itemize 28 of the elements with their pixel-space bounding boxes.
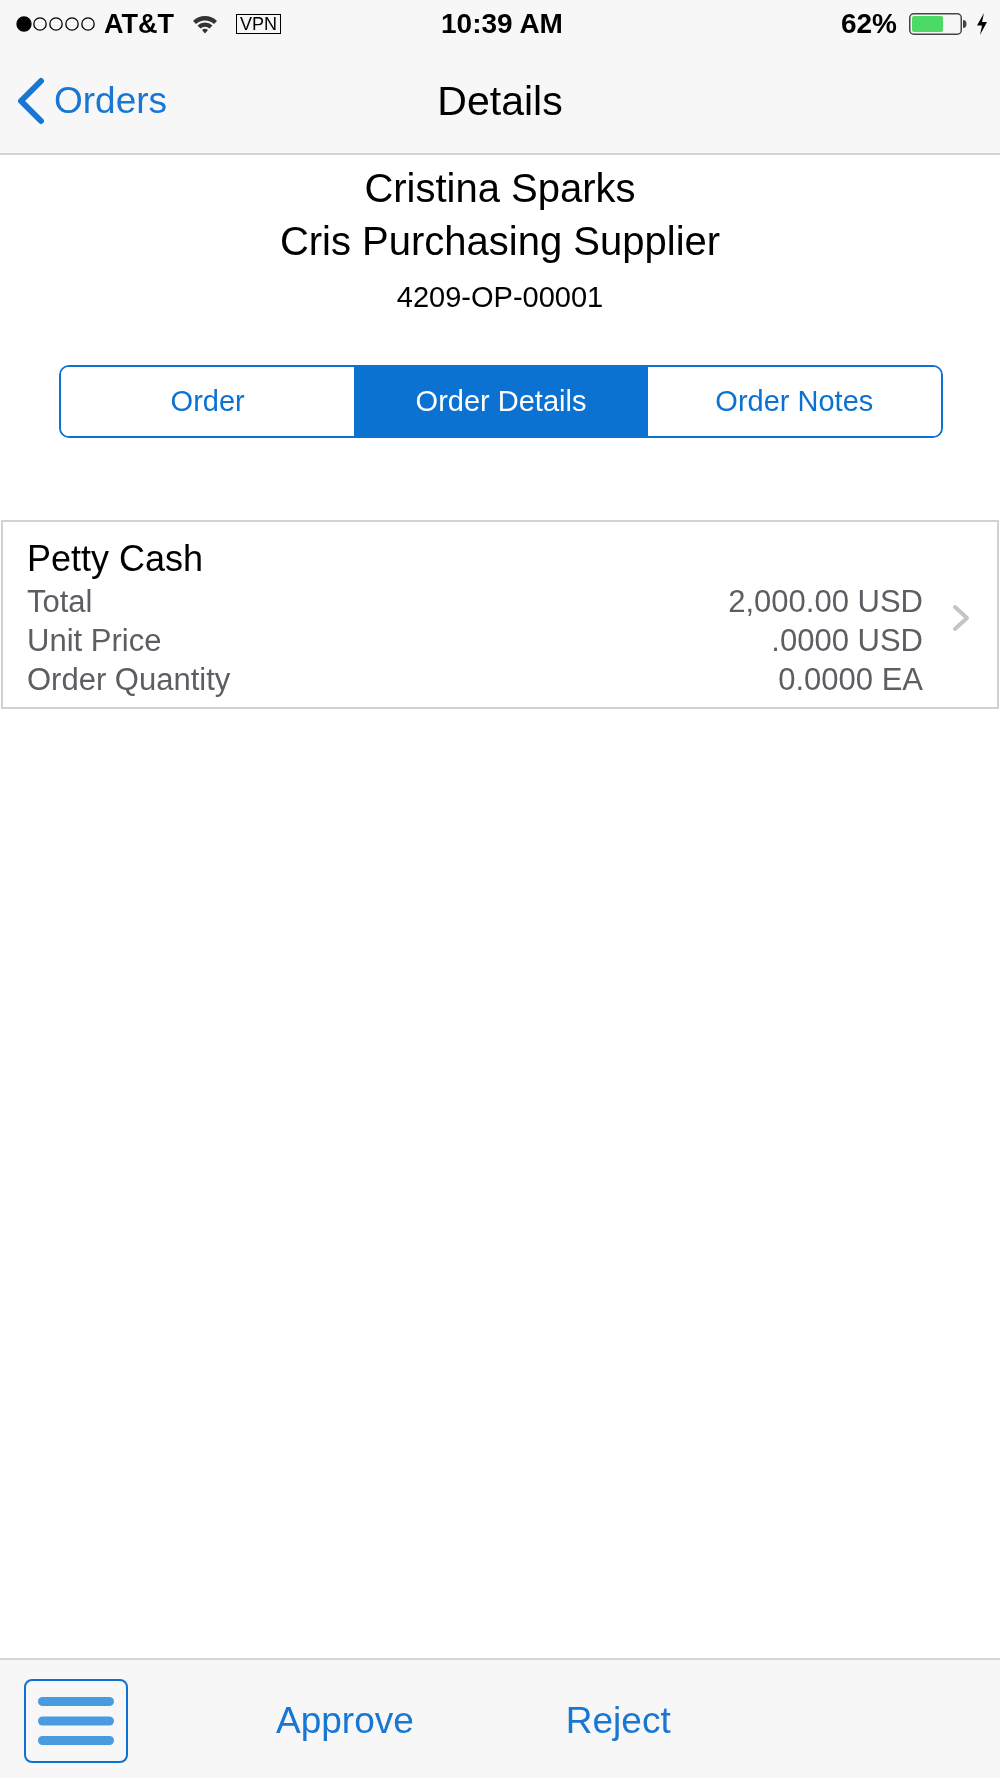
supplier-name: Cris Purchasing Supplier: [279, 218, 721, 265]
signal-strength-icon: [16, 16, 96, 32]
approve-button[interactable]: Approve: [260, 1694, 430, 1748]
menu-button[interactable]: [24, 1679, 128, 1763]
menu-icon: [38, 1697, 114, 1745]
order-number: 4209-OP-00001: [396, 280, 604, 315]
charging-bolt-icon: [976, 13, 988, 35]
back-button[interactable]: Orders: [0, 76, 168, 125]
time-label: 10:39 AM: [441, 8, 563, 40]
battery-percent: 62%: [840, 8, 897, 40]
item-title: Petty Cash: [27, 537, 204, 581]
vpn-badge: VPN: [236, 14, 281, 34]
wifi-icon: [192, 14, 218, 34]
carrier-label: AT&T: [104, 8, 174, 40]
line-item-card[interactable]: Petty Cash Total 2,000.00 USD Unit Price .0000 USD Order Quantity 0.0000 EA: [1, 520, 999, 709]
field-value: 0.0000 EA: [778, 661, 923, 699]
field-value: .0000 USD: [771, 622, 923, 660]
field-label: Unit Price: [27, 622, 162, 660]
reject-button[interactable]: Reject: [549, 1694, 687, 1748]
field-value: 2,000.00 USD: [728, 583, 923, 621]
screen-title: Details: [437, 76, 563, 125]
chevron-left-icon: [16, 76, 45, 125]
chevron-right-icon: [951, 602, 971, 633]
field-label: Order Quantity: [27, 661, 231, 699]
segment-tab[interactable]: Order Details: [354, 367, 648, 436]
battery-icon: [909, 13, 967, 35]
contact-name: Cristina Sparks: [364, 165, 636, 212]
field-label: Total: [27, 583, 93, 621]
